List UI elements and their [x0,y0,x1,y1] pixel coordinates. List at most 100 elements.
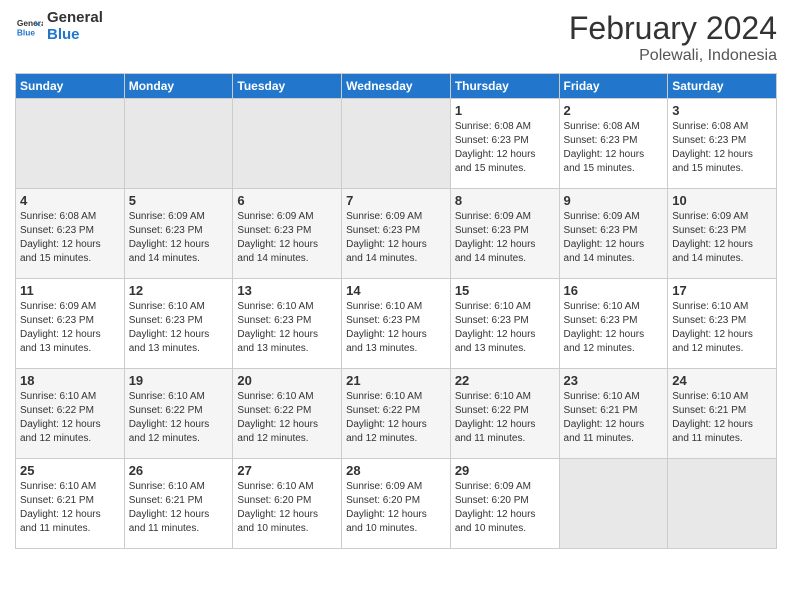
day-number: 22 [455,373,555,388]
calendar-cell [124,99,233,189]
svg-text:Blue: Blue [17,27,35,37]
calendar-cell: 28 Sunrise: 6:09 AM Sunset: 6:20 PM Dayli… [342,459,451,549]
day-number: 24 [672,373,772,388]
day-number: 4 [20,193,120,208]
title-block: February 2024 Polewali, Indonesia [569,10,777,65]
day-info: Sunrise: 6:10 AM Sunset: 6:20 PM Dayligh… [237,480,337,536]
day-info: Sunrise: 6:10 AM Sunset: 6:22 PM Dayligh… [237,390,337,446]
day-info: Sunrise: 6:09 AM Sunset: 6:20 PM Dayligh… [455,480,555,536]
day-info: Sunrise: 6:10 AM Sunset: 6:23 PM Dayligh… [455,300,555,356]
day-info: Sunrise: 6:09 AM Sunset: 6:23 PM Dayligh… [346,210,446,266]
weekday-header-monday: Monday [124,74,233,99]
calendar-cell: 1 Sunrise: 6:08 AM Sunset: 6:23 PM Daylig… [450,99,559,189]
logo-icon: General Blue [15,13,43,41]
calendar-cell: 20 Sunrise: 6:10 AM Sunset: 6:22 PM Dayli… [233,369,342,459]
weekday-header-saturday: Saturday [668,74,777,99]
day-number: 14 [346,283,446,298]
calendar-cell [668,459,777,549]
calendar-cell: 7Sunrise: 6:09 AM Sunset: 6:23 PM Daylig… [342,189,451,279]
calendar-cell: 11 Sunrise: 6:09 AM Sunset: 6:23 PM Dayli… [16,279,125,369]
calendar-cell: 22 Sunrise: 6:10 AM Sunset: 6:22 PM Dayli… [450,369,559,459]
day-info: Sunrise: 6:10 AM Sunset: 6:21 PM Dayligh… [129,480,229,536]
day-number: 5 [129,193,229,208]
calendar-cell: 16Sunrise: 6:10 AM Sunset: 6:23 PM Dayli… [559,279,668,369]
calendar-cell: 21Sunrise: 6:10 AM Sunset: 6:22 PM Dayli… [342,369,451,459]
day-number: 6 [237,193,337,208]
calendar-cell: 3Sunrise: 6:08 AM Sunset: 6:23 PM Daylig… [668,99,777,189]
calendar-cell [559,459,668,549]
calendar-week-row: 25 Sunrise: 6:10 AM Sunset: 6:21 PM Dayli… [16,459,777,549]
weekday-header-row: SundayMondayTuesdayWednesdayThursdayFrid… [16,74,777,99]
day-info: Sunrise: 6:08 AM Sunset: 6:23 PM Dayligh… [20,210,120,266]
day-number: 3 [672,103,772,118]
day-number: 9 [564,193,664,208]
calendar-cell: 26 Sunrise: 6:10 AM Sunset: 6:21 PM Dayli… [124,459,233,549]
calendar-cell: 13 Sunrise: 6:10 AM Sunset: 6:23 PM Dayli… [233,279,342,369]
day-info: Sunrise: 6:08 AM Sunset: 6:23 PM Dayligh… [564,120,664,176]
day-number: 28 [346,463,446,478]
calendar-cell: 24 Sunrise: 6:10 AM Sunset: 6:21 PM Dayli… [668,369,777,459]
logo-line1: General [47,10,103,27]
day-number: 27 [237,463,337,478]
calendar-header: SundayMondayTuesdayWednesdayThursdayFrid… [16,74,777,99]
day-number: 13 [237,283,337,298]
calendar-cell: 12Sunrise: 6:10 AM Sunset: 6:23 PM Dayli… [124,279,233,369]
calendar-cell: 6 Sunrise: 6:09 AM Sunset: 6:23 PM Daylig… [233,189,342,279]
day-number: 10 [672,193,772,208]
day-info: Sunrise: 6:09 AM Sunset: 6:23 PM Dayligh… [455,210,555,266]
calendar-cell: 5Sunrise: 6:09 AM Sunset: 6:23 PM Daylig… [124,189,233,279]
day-number: 17 [672,283,772,298]
day-info: Sunrise: 6:10 AM Sunset: 6:21 PM Dayligh… [20,480,120,536]
day-info: Sunrise: 6:09 AM Sunset: 6:23 PM Dayligh… [672,210,772,266]
weekday-header-thursday: Thursday [450,74,559,99]
calendar-cell: 4 Sunrise: 6:08 AM Sunset: 6:23 PM Daylig… [16,189,125,279]
day-info: Sunrise: 6:08 AM Sunset: 6:23 PM Dayligh… [455,120,555,176]
day-number: 29 [455,463,555,478]
calendar-cell [342,99,451,189]
day-info: Sunrise: 6:10 AM Sunset: 6:22 PM Dayligh… [346,390,446,446]
day-info: Sunrise: 6:09 AM Sunset: 6:23 PM Dayligh… [20,300,120,356]
day-info: Sunrise: 6:09 AM Sunset: 6:23 PM Dayligh… [237,210,337,266]
day-info: Sunrise: 6:10 AM Sunset: 6:22 PM Dayligh… [455,390,555,446]
day-number: 15 [455,283,555,298]
day-info: Sunrise: 6:10 AM Sunset: 6:21 PM Dayligh… [564,390,664,446]
calendar-cell: 10 Sunrise: 6:09 AM Sunset: 6:23 PM Dayli… [668,189,777,279]
day-info: Sunrise: 6:09 AM Sunset: 6:20 PM Dayligh… [346,480,446,536]
day-number: 2 [564,103,664,118]
calendar-cell: 19 Sunrise: 6:10 AM Sunset: 6:22 PM Dayli… [124,369,233,459]
weekday-header-friday: Friday [559,74,668,99]
day-number: 1 [455,103,555,118]
logo: General Blue General Blue [15,10,103,43]
calendar-table: SundayMondayTuesdayWednesdayThursdayFrid… [15,73,777,549]
logo-line2: Blue [47,27,103,44]
day-number: 19 [129,373,229,388]
calendar-week-row: 18 Sunrise: 6:10 AM Sunset: 6:22 PM Dayli… [16,369,777,459]
calendar-cell: 29 Sunrise: 6:09 AM Sunset: 6:20 PM Dayli… [450,459,559,549]
day-number: 25 [20,463,120,478]
day-info: Sunrise: 6:10 AM Sunset: 6:23 PM Dayligh… [672,300,772,356]
calendar-cell: 18 Sunrise: 6:10 AM Sunset: 6:22 PM Dayli… [16,369,125,459]
weekday-header-tuesday: Tuesday [233,74,342,99]
calendar-cell: 27 Sunrise: 6:10 AM Sunset: 6:20 PM Dayli… [233,459,342,549]
day-info: Sunrise: 6:10 AM Sunset: 6:23 PM Dayligh… [237,300,337,356]
calendar-week-row: 11 Sunrise: 6:09 AM Sunset: 6:23 PM Dayli… [16,279,777,369]
day-number: 20 [237,373,337,388]
day-info: Sunrise: 6:10 AM Sunset: 6:23 PM Dayligh… [129,300,229,356]
day-number: 11 [20,283,120,298]
calendar-body: 1 Sunrise: 6:08 AM Sunset: 6:23 PM Daylig… [16,99,777,549]
day-number: 8 [455,193,555,208]
page-header: General Blue General Blue February 2024 … [15,10,777,65]
calendar-cell [233,99,342,189]
calendar-cell: 15 Sunrise: 6:10 AM Sunset: 6:23 PM Dayli… [450,279,559,369]
weekday-header-sunday: Sunday [16,74,125,99]
calendar-week-row: 4 Sunrise: 6:08 AM Sunset: 6:23 PM Daylig… [16,189,777,279]
day-info: Sunrise: 6:10 AM Sunset: 6:21 PM Dayligh… [672,390,772,446]
day-info: Sunrise: 6:10 AM Sunset: 6:22 PM Dayligh… [129,390,229,446]
day-number: 23 [564,373,664,388]
calendar-cell [16,99,125,189]
day-number: 26 [129,463,229,478]
day-info: Sunrise: 6:09 AM Sunset: 6:23 PM Dayligh… [564,210,664,266]
calendar-cell: 23 Sunrise: 6:10 AM Sunset: 6:21 PM Dayli… [559,369,668,459]
day-info: Sunrise: 6:10 AM Sunset: 6:22 PM Dayligh… [20,390,120,446]
day-number: 18 [20,373,120,388]
